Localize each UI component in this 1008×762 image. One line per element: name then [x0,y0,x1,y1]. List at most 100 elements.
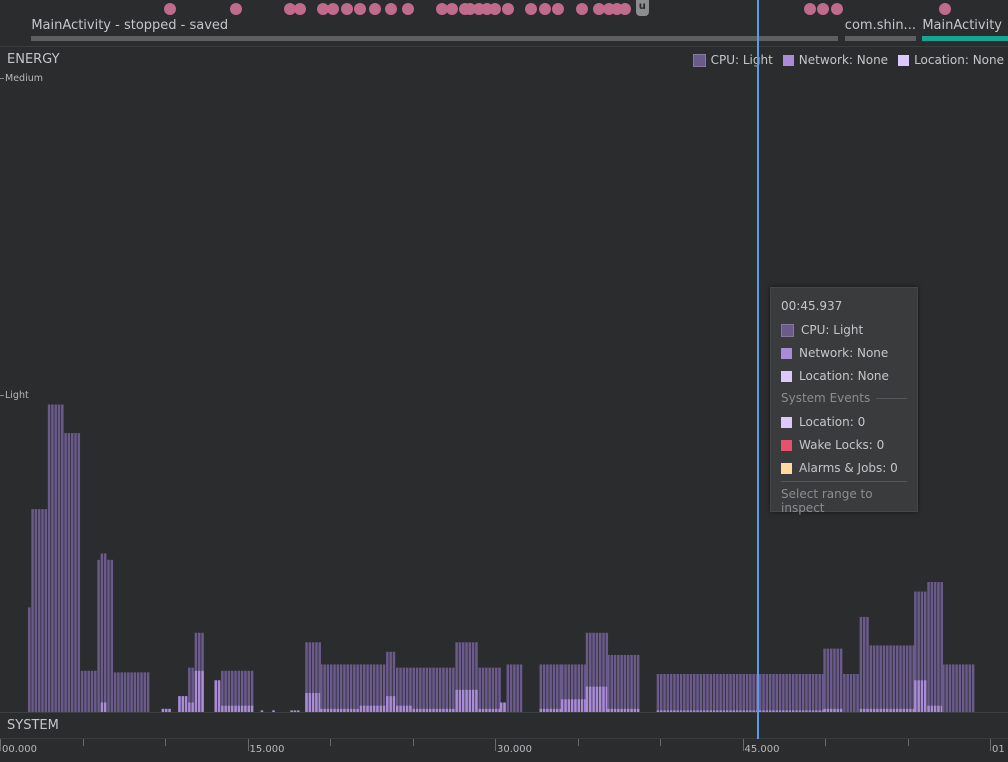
network-bar [468,689,472,712]
tooltip-row-wake-locks: Wake Locks: 0 [781,438,884,452]
cpu-bar [663,673,666,712]
event-dot[interactable] [340,3,353,15]
tooltip-section-system-events: System Events [781,391,907,405]
cpu-bar [412,667,415,712]
cpu-bar [28,607,31,712]
event-dot[interactable] [619,3,632,15]
event-dot[interactable] [804,3,817,15]
cpu-bar [886,645,889,712]
event-dot[interactable] [294,3,307,15]
cpu-bar [84,670,87,712]
activity-bar[interactable] [922,36,1008,41]
cpu-bar [882,645,886,712]
network-bar [315,692,318,712]
activity-bar[interactable] [31,36,839,41]
cpu-bar [866,616,869,712]
network-bar [100,702,104,712]
user-event-marker[interactable]: u [635,0,649,16]
cpu-bar [488,667,491,712]
cpu-bar [775,673,778,712]
tooltip-row-alarms: Alarms & Jobs: 0 [781,461,898,475]
event-dot[interactable] [163,3,176,15]
activity-label: com.shin... [844,18,916,33]
cpu-bar [788,673,792,712]
event-dot[interactable] [576,3,589,15]
cpu-bar [51,404,54,712]
cpu-bar [676,673,679,712]
cpu-bar [359,664,363,712]
event-dot[interactable] [489,3,501,15]
cpu-bar [97,559,100,712]
activity-bar[interactable] [844,36,916,41]
network-bar [458,689,462,712]
cpu-bar [726,673,729,712]
cpu-bar [70,433,74,712]
cpu-bar [31,509,34,712]
cpu-bar [549,664,552,712]
cpu-bar [620,654,623,712]
tooltip-row-network: Network: None [781,346,888,360]
axis-tick [412,739,414,746]
network-bar [580,699,584,712]
cpu-bar [749,673,752,712]
cpu-bar [506,664,510,712]
event-dot[interactable] [368,3,381,15]
network-bar [503,702,506,712]
tooltip-network-label: Network: None [799,346,889,360]
cpu-bar [709,673,712,712]
network-bar [178,696,181,712]
network-bar [184,696,188,712]
cpu-bar [952,664,955,712]
event-dot[interactable] [538,3,551,15]
event-dot[interactable] [502,3,515,15]
event-dot[interactable] [830,3,843,15]
event-dot[interactable] [551,3,564,15]
axis-tick [165,739,166,746]
cpu-bar [356,664,359,712]
event-dot[interactable] [446,3,459,15]
event-dot[interactable] [229,3,242,15]
cpu-bar [792,673,795,712]
network-swatch-icon [781,347,792,359]
cpu-bar [127,672,130,712]
network-bar [602,686,605,712]
time-cursor[interactable] [756,0,759,739]
cpu-bar [778,673,782,712]
tooltip-row-location: Location: None [781,369,889,383]
event-dot[interactable] [385,3,398,15]
divider [0,46,1008,47]
cpu-bar [846,673,849,712]
cpu-bar [113,672,117,712]
tooltip-wake-locks-label: Wake Locks: 0 [799,438,885,452]
cpu-bar [745,673,749,712]
cpu-bar [968,664,972,712]
cpu-bar [363,664,366,712]
cpu-bar [636,654,640,712]
network-bar [924,680,927,712]
event-dot[interactable] [353,3,366,15]
cpu-bar [762,673,765,712]
network-bar [570,699,574,712]
cpu-bar [732,673,736,712]
axis-tick-label: 00.000 [2,744,37,755]
cpu-bar [798,673,802,712]
cpu-bar [333,664,336,712]
cpu-bar [478,667,481,712]
event-dot[interactable] [817,3,830,15]
cpu-bar [140,672,143,712]
event-dot[interactable] [401,3,414,15]
event-dot[interactable] [525,3,538,15]
event-dot[interactable] [327,3,340,15]
network-bar [471,689,475,712]
cpu-bar [556,664,559,712]
cpu-bar [666,673,670,712]
cpu-bar [683,673,686,712]
cpu-bar [933,582,937,712]
axis-tick-label: 15.000 [249,744,285,755]
cpu-bar [415,667,419,712]
cpu-bar [339,664,343,712]
cpu-bar [146,672,150,712]
event-dot[interactable] [939,3,952,15]
cpu-bar [445,667,448,712]
cpu-bar [823,648,826,712]
